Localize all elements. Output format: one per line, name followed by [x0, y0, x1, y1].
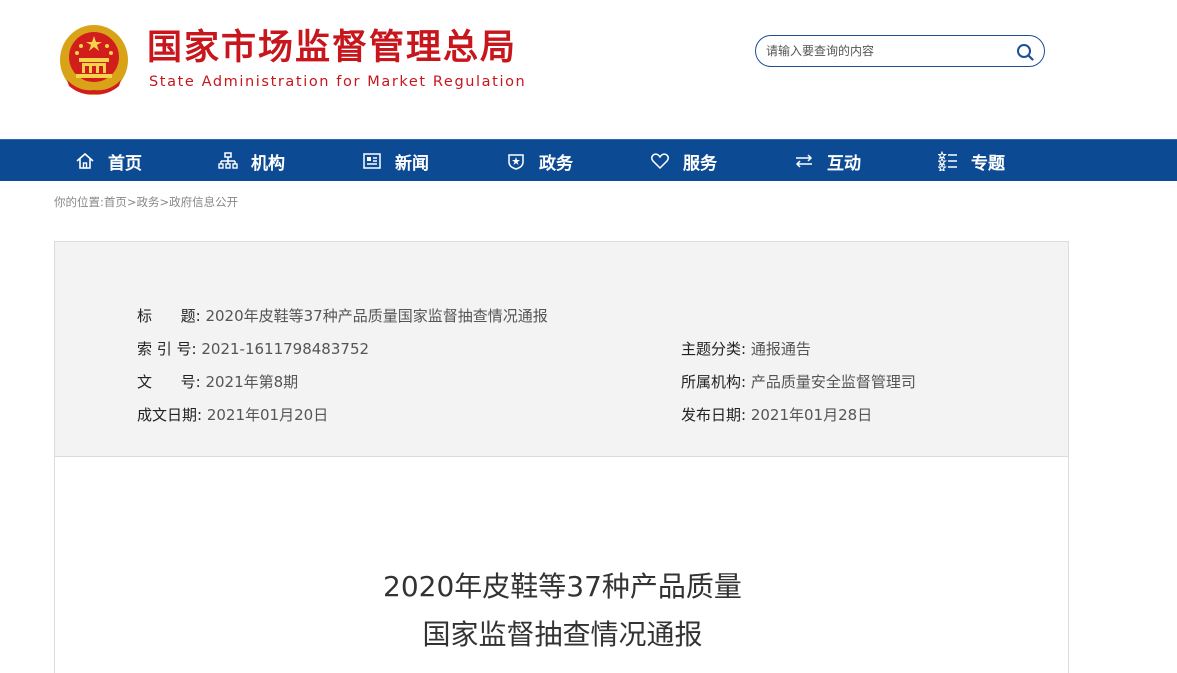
home-icon — [76, 152, 94, 169]
info-value-category: 通报通告 — [750, 340, 811, 358]
breadcrumb: 你的位置:首页>政务>政府信息公开 — [54, 194, 238, 210]
nav-label: 首页 — [108, 153, 142, 174]
newspaper-icon — [363, 153, 381, 169]
info-value-created: 2021年01月20日 — [206, 406, 329, 424]
info-row-index: 索 引 号: 2021-1611798483752 — [137, 339, 369, 359]
nav-label: 互动 — [827, 153, 861, 174]
info-label-docno: 文 号: — [137, 373, 201, 391]
article-title-line2: 国家监督抽查情况通报 — [422, 618, 703, 651]
info-row-created: 成文日期: 2021年01月20日 — [137, 405, 328, 425]
info-row-category: 主题分类: 通报通告 — [681, 339, 811, 359]
info-value-org: 产品质量安全监督管理司 — [750, 373, 916, 391]
info-label-index: 索 引 号: — [137, 340, 197, 358]
nav-label: 专题 — [971, 153, 1005, 174]
nav-label: 新闻 — [395, 153, 429, 174]
search-input[interactable] — [766, 42, 1006, 60]
info-value-title: 2020年皮鞋等37种产品质量国家监督抽查情况通报 — [205, 307, 548, 325]
heart-icon — [650, 153, 670, 170]
site-name-cn[interactable]: 国家市场监督管理总局 — [147, 26, 517, 70]
search-box — [755, 35, 1045, 67]
info-value-published: 2021年01月28日 — [750, 406, 873, 424]
nav-item-affairs[interactable]: 政务 — [506, 140, 573, 182]
search-icon[interactable] — [1016, 43, 1034, 61]
info-label-org: 所属机构: — [681, 373, 747, 391]
info-value-index: 2021-1611798483752 — [201, 340, 370, 358]
nav-label: 机构 — [251, 153, 285, 174]
info-row-published: 发布日期: 2021年01月28日 — [681, 405, 872, 425]
info-value-docno: 2021年第8期 — [205, 373, 299, 391]
info-label-created: 成文日期: — [137, 406, 203, 424]
site-name-en: State Administration for Market Regulati… — [149, 74, 527, 90]
info-row-docno: 文 号: 2021年第8期 — [137, 372, 298, 392]
nav-label: 服务 — [683, 153, 717, 174]
nav-label: 政务 — [539, 153, 573, 174]
nav-item-news[interactable]: 新闻 — [362, 140, 429, 182]
main-nav: 首页 机构 新闻 政务 服务 互动 专题 — [0, 139, 1177, 181]
shield-icon — [508, 154, 524, 170]
breadcrumb-link-home[interactable]: 首页 — [104, 195, 127, 209]
nav-item-topics[interactable]: 专题 — [938, 140, 1005, 182]
org-chart-icon — [218, 152, 238, 169]
nav-item-org[interactable]: 机构 — [218, 140, 285, 182]
star-list-icon — [938, 151, 957, 171]
breadcrumb-prefix: 你的位置: — [54, 195, 104, 209]
breadcrumb-link-affairs[interactable]: 政务 — [137, 195, 160, 209]
document-info-panel: 标 题: 2020年皮鞋等37种产品质量国家监督抽查情况通报 索 引 号: 20… — [54, 241, 1069, 457]
info-row-org: 所属机构: 产品质量安全监督管理司 — [681, 372, 916, 392]
nav-item-interaction[interactable]: 互动 — [794, 140, 861, 182]
breadcrumb-separator: > — [159, 195, 170, 209]
info-label-category: 主题分类: — [681, 340, 747, 358]
article-title-line1: 2020年皮鞋等37种产品质量 — [383, 570, 742, 603]
nav-item-service[interactable]: 服务 — [650, 140, 717, 182]
breadcrumb-link-disclosure[interactable]: 政府信息公开 — [169, 195, 238, 209]
nav-item-home[interactable]: 首页 — [75, 140, 142, 182]
exchange-icon — [795, 154, 813, 168]
breadcrumb-separator: > — [126, 195, 137, 209]
site-header: 国家市场监督管理总局 State Administration for Mark… — [0, 0, 1177, 139]
info-label-title: 标 题: — [137, 307, 201, 325]
article-content: 2020年皮鞋等37种产品质量 国家监督抽查情况通报 — [54, 457, 1069, 673]
national-emblem-icon[interactable] — [59, 20, 129, 96]
info-row-title: 标 题: 2020年皮鞋等37种产品质量国家监督抽查情况通报 — [137, 306, 548, 326]
info-label-published: 发布日期: — [681, 406, 747, 424]
